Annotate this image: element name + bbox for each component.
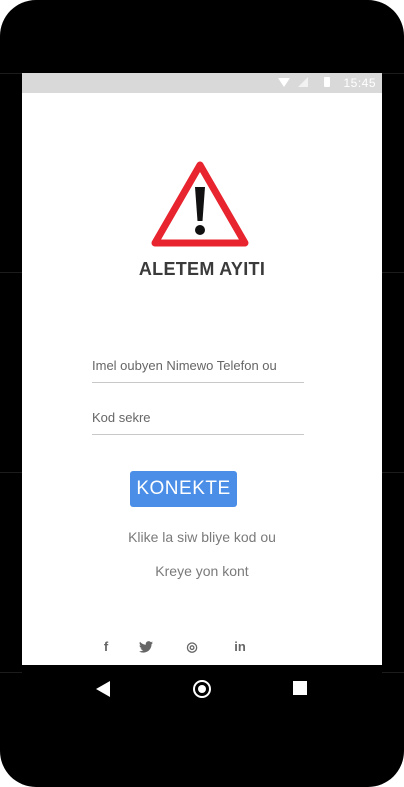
email-field[interactable] bbox=[92, 352, 304, 383]
connect-button[interactable]: KONEKTE bbox=[130, 471, 237, 507]
signal-icon bbox=[298, 77, 308, 87]
wifi-icon bbox=[278, 78, 290, 87]
home-icon[interactable] bbox=[193, 680, 211, 698]
status-bar: 15:45 bbox=[22, 73, 382, 93]
battery-icon bbox=[324, 77, 330, 87]
status-time: 15:45 bbox=[343, 76, 376, 90]
linkedin-icon[interactable]: in bbox=[231, 638, 249, 656]
create-account-link[interactable]: Kreye yon kont bbox=[22, 563, 382, 579]
social-links: f ◎ in bbox=[22, 638, 382, 656]
forgot-password-link[interactable]: Klike la siw bliye kod ou bbox=[22, 529, 382, 545]
recents-icon[interactable] bbox=[293, 681, 307, 695]
facebook-icon[interactable]: f bbox=[97, 638, 115, 656]
warning-icon bbox=[151, 161, 249, 247]
twitter-icon[interactable] bbox=[137, 638, 155, 656]
back-icon[interactable] bbox=[96, 681, 110, 697]
nav-bar bbox=[22, 665, 382, 713]
phone-frame: 15:45 ALETEM AYITI KONEKTE Klike la siw … bbox=[0, 0, 404, 787]
instagram-icon[interactable]: ◎ bbox=[183, 638, 201, 656]
app-screen: 15:45 ALETEM AYITI KONEKTE Klike la siw … bbox=[22, 73, 382, 665]
password-field[interactable] bbox=[92, 404, 304, 435]
app-title: ALETEM AYITI bbox=[138, 259, 266, 279]
